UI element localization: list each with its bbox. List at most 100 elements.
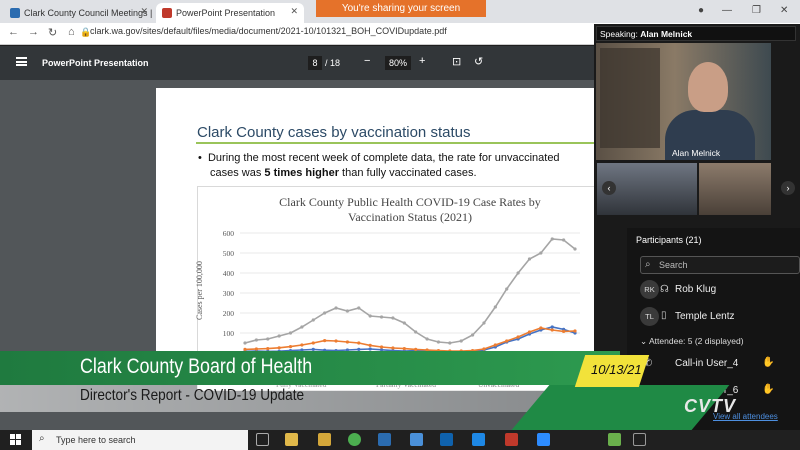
data-point: [539, 251, 543, 255]
data-point: [357, 341, 361, 345]
data-point: [266, 337, 270, 341]
avatar: TL: [640, 307, 659, 326]
data-point: [414, 330, 418, 334]
search-icon: ⌕: [39, 433, 45, 444]
y-tick-label: 300: [223, 289, 235, 298]
participant-name[interactable]: Rob Klug: [675, 284, 716, 295]
data-point: [277, 334, 281, 338]
data-point: [459, 339, 463, 343]
prev-video-icon[interactable]: ‹: [602, 181, 616, 195]
broadcast-date: 10/13/21: [591, 362, 642, 377]
zoom-app-icon[interactable]: [537, 433, 550, 446]
data-point: [402, 347, 406, 351]
video-name-tag: Alan Melnick: [672, 148, 721, 158]
edge-icon[interactable]: [378, 433, 391, 446]
raise-hand-icon[interactable]: ✋: [762, 357, 774, 368]
data-point: [323, 311, 327, 315]
data-point: [368, 314, 372, 318]
data-point: [562, 329, 566, 333]
data-point: [323, 339, 327, 343]
chrome-icon[interactable]: [348, 433, 361, 446]
audio-icon: ☊: [660, 284, 669, 295]
cvtv-logo: CVTV: [684, 396, 737, 416]
y-tick-label: 400: [223, 269, 235, 278]
data-point: [482, 321, 486, 325]
data-point: [357, 306, 361, 310]
lower-third-title: Clark County Board of Health: [80, 355, 313, 378]
data-point: [391, 346, 395, 350]
data-point: [311, 341, 315, 345]
data-point: [573, 247, 577, 251]
data-point: [391, 316, 395, 320]
data-point: [539, 326, 543, 330]
phone-icon: ▯: [661, 310, 667, 321]
data-point: [345, 309, 350, 313]
data-point: [516, 271, 520, 275]
data-point: [402, 321, 406, 325]
data-point: [550, 325, 554, 329]
notification-icon[interactable]: [633, 433, 646, 446]
data-point: [243, 341, 247, 345]
data-point: [334, 339, 338, 343]
data-point: [573, 329, 577, 333]
data-point: [562, 238, 566, 242]
data-point: [550, 237, 554, 241]
data-point: [505, 287, 509, 291]
data-point: [493, 305, 497, 309]
task-view-icon[interactable]: [256, 433, 269, 446]
taskbar-search-placeholder: Type here to search: [56, 435, 136, 445]
series-line-2: [244, 238, 576, 344]
data-point: [550, 328, 554, 332]
bookshelf: [600, 48, 660, 148]
settings-icon[interactable]: [410, 433, 423, 446]
attendee-count: Attendee: 5 (2 displayed): [649, 336, 744, 346]
data-point: [311, 318, 315, 322]
data-point: [277, 346, 281, 350]
acrobat-icon[interactable]: [505, 433, 518, 446]
data-point: [448, 341, 452, 345]
data-point: [254, 338, 258, 342]
data-point: [300, 343, 304, 347]
next-video-icon[interactable]: ›: [781, 181, 795, 195]
data-point: [288, 345, 293, 349]
y-tick-label: 500: [223, 249, 235, 258]
outlook-icon[interactable]: [440, 433, 453, 446]
lower-third-subtitle: Director's Report - COVID-19 Update: [80, 387, 305, 404]
tray-icon[interactable]: [608, 433, 621, 446]
speaking-indicator: Speaking: Alan Melnick: [596, 26, 796, 41]
windows-start-icon[interactable]: [10, 434, 21, 445]
data-point: [379, 315, 384, 319]
participants-title: Participants (21): [636, 235, 702, 245]
attendee-name[interactable]: Call-in User_4: [675, 358, 738, 369]
screen: Clark County Council Meetings | ✕ PowerP…: [0, 0, 800, 450]
data-point: [300, 325, 304, 329]
y-tick-label: 100: [223, 329, 235, 338]
data-point: [436, 340, 441, 344]
data-point: [288, 331, 293, 335]
data-point: [425, 337, 429, 341]
data-point: [266, 347, 270, 351]
data-point: [334, 306, 338, 310]
speaker-head: [688, 62, 728, 112]
data-point: [345, 340, 350, 344]
folder-icon[interactable]: [318, 433, 331, 446]
raise-hand-icon[interactable]: ✋: [762, 384, 774, 395]
data-point: [470, 333, 475, 337]
speaking-label: Speaking:: [600, 29, 638, 39]
data-point: [368, 343, 372, 347]
data-point: [527, 330, 532, 334]
avatar: RK: [640, 280, 659, 299]
y-tick-label: 600: [223, 229, 235, 238]
speaker-name: Alan Melnick: [640, 29, 693, 39]
search-placeholder: Search: [659, 260, 688, 270]
data-point: [379, 345, 384, 349]
data-point: [505, 339, 509, 343]
participant-name[interactable]: Temple Lentz: [675, 311, 734, 322]
data-point: [527, 257, 532, 261]
participant-video-2[interactable]: [699, 163, 771, 215]
browser-icon[interactable]: [472, 433, 485, 446]
attendee-header[interactable]: ⌄ Attendee: 5 (2 displayed): [640, 336, 744, 347]
data-point: [493, 343, 497, 347]
file-explorer-icon[interactable]: [285, 433, 298, 446]
y-tick-label: 200: [223, 309, 235, 318]
